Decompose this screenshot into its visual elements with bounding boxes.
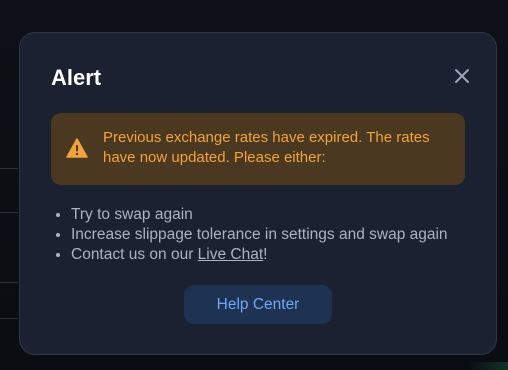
warning-message: Previous exchange rates have expired. Th… [103,129,430,166]
live-chat-link[interactable]: Live Chat [198,246,263,263]
close-button[interactable] [452,66,472,86]
alert-modal: Alert Previous exchange rates have expir… [19,32,497,355]
background-accent [468,362,508,370]
background-divider [0,168,18,169]
warning-icon [66,138,88,158]
option-contact-prefix: Contact us on our [71,246,198,263]
option-contact-suffix: ! [263,246,268,263]
modal-title: Alert [51,65,102,90]
background-divider [0,212,18,213]
options-list: Try to swap again Increase slippage tole… [51,205,448,265]
close-icon [455,69,469,83]
option-increase-slippage: Increase slippage tolerance in settings … [71,225,448,245]
option-retry-swap: Try to swap again [71,205,448,225]
warning-banner: Previous exchange rates have expired. Th… [51,113,465,185]
help-center-button[interactable]: Help Center [184,285,332,324]
background-divider [0,282,18,283]
option-contact-chat: Contact us on our Live Chat! [71,245,448,265]
background-divider [0,318,18,319]
